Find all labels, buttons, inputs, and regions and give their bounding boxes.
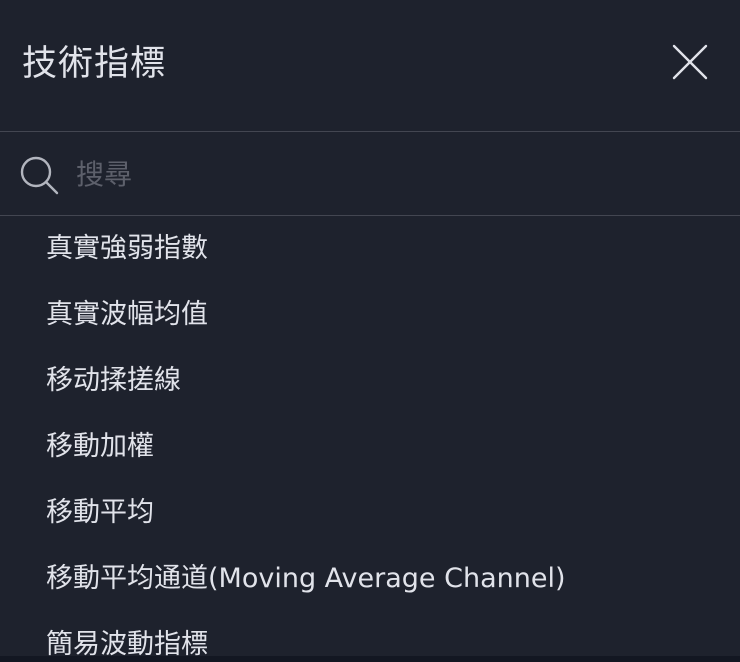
search-bar bbox=[0, 132, 740, 216]
list-item[interactable]: 移動平均 bbox=[0, 480, 740, 546]
list-item-label: 移動平均 bbox=[46, 496, 154, 528]
list-item-label: 移動平均通道(Moving Average Channel) bbox=[46, 562, 566, 594]
dialog-header: 技術指標 bbox=[0, 0, 740, 132]
indicators-dialog: 技術指標 真實強弱指數 真實波幅均值 移动揉搓線 移動加權 移動平均 bbox=[0, 0, 740, 656]
indicator-list: 真實強弱指數 真實波幅均值 移动揉搓線 移動加權 移動平均 移動平均通道(Mov… bbox=[0, 216, 740, 657]
list-item-label: 移动揉搓線 bbox=[46, 364, 181, 396]
list-item-label: 移動加權 bbox=[46, 430, 154, 462]
list-item[interactable]: 真實波幅均值 bbox=[0, 282, 740, 348]
dialog-title: 技術指標 bbox=[22, 44, 167, 84]
close-icon bbox=[672, 44, 708, 80]
list-item-label: 真實波幅均值 bbox=[46, 298, 208, 330]
background-partial-text: ... bbox=[615, 649, 636, 662]
list-item[interactable]: 真實強弱指數 bbox=[0, 216, 740, 282]
search-input[interactable] bbox=[76, 152, 716, 196]
list-item-label: 簡易波動指標 bbox=[46, 628, 208, 657]
list-item-label: 真實強弱指數 bbox=[46, 232, 208, 264]
list-item[interactable]: 移動平均通道(Moving Average Channel) bbox=[0, 546, 740, 612]
list-item[interactable]: 移動加權 bbox=[0, 414, 740, 480]
close-button[interactable] bbox=[664, 36, 716, 88]
list-item[interactable]: 移动揉搓線 bbox=[0, 348, 740, 414]
search-icon bbox=[20, 156, 59, 195]
